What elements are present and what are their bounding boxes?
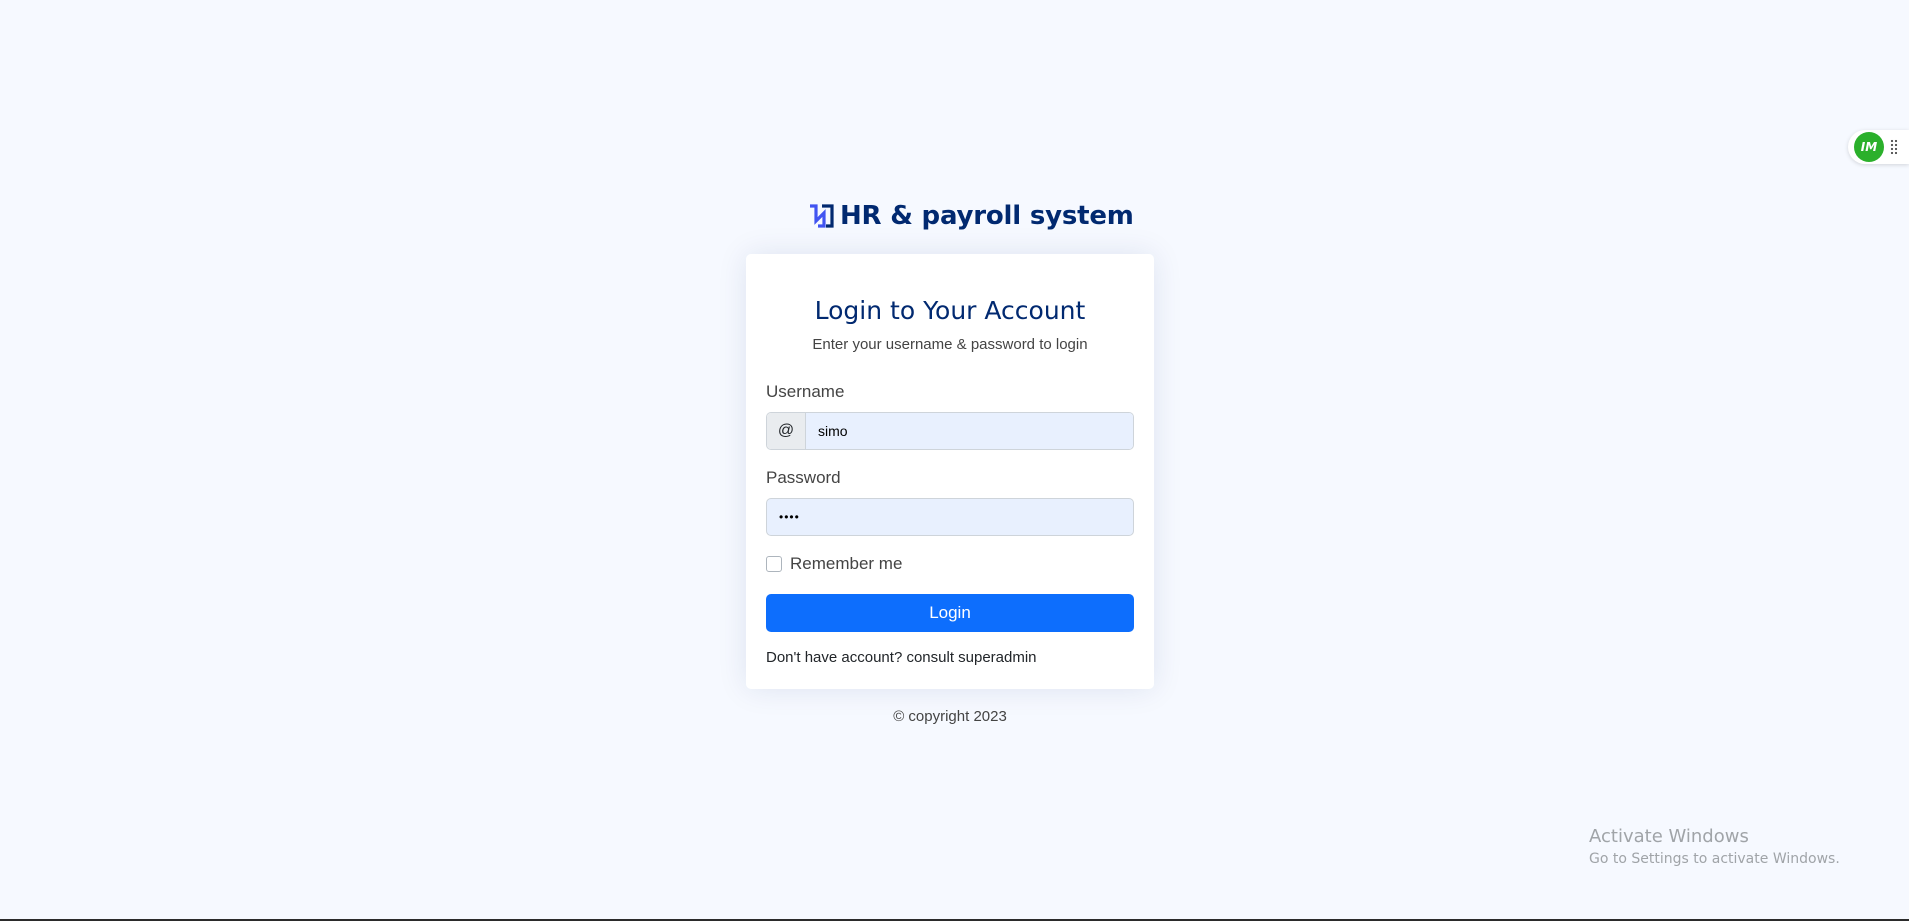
watermark-title: Activate Windows	[1589, 826, 1749, 847]
brand-logo-icon	[808, 203, 834, 229]
username-label: Username	[766, 382, 845, 401]
password-label: Password	[766, 468, 841, 487]
card-subtitle: Enter your username & password to login	[812, 336, 1088, 353]
username-input-group: @	[766, 412, 1134, 450]
login-card: Login to Your Account Enter your usernam…	[746, 254, 1154, 689]
login-button[interactable]: Login	[766, 594, 1134, 632]
drag-handle-icon[interactable]	[1890, 139, 1898, 155]
brand-title: HR & payroll system	[840, 201, 1134, 231]
copyright-text: © copyright 2023	[893, 708, 1007, 725]
remember-me-label[interactable]: Remember me	[790, 554, 902, 574]
extension-widget[interactable]: IM	[1848, 130, 1909, 164]
watermark-subtitle: Go to Settings to activate Windows.	[1589, 851, 1840, 867]
password-input[interactable]	[766, 498, 1134, 536]
username-input[interactable]	[806, 413, 1133, 449]
brand-logo-link[interactable]: HR & payroll system	[808, 198, 1134, 234]
at-sign-addon: @	[767, 413, 806, 449]
remember-me-checkbox[interactable]	[766, 556, 782, 572]
login-page: HR & payroll system Login to Your Accoun…	[0, 0, 1909, 921]
signup-hint-text: Don't have account? consult superadmin	[766, 649, 1037, 666]
card-title: Login to Your Account	[814, 296, 1086, 325]
windows-activation-watermark: Activate Windows Go to Settings to activ…	[1589, 826, 1840, 867]
extension-badge-icon[interactable]: IM	[1854, 132, 1884, 162]
remember-me-row[interactable]: Remember me	[766, 554, 902, 574]
